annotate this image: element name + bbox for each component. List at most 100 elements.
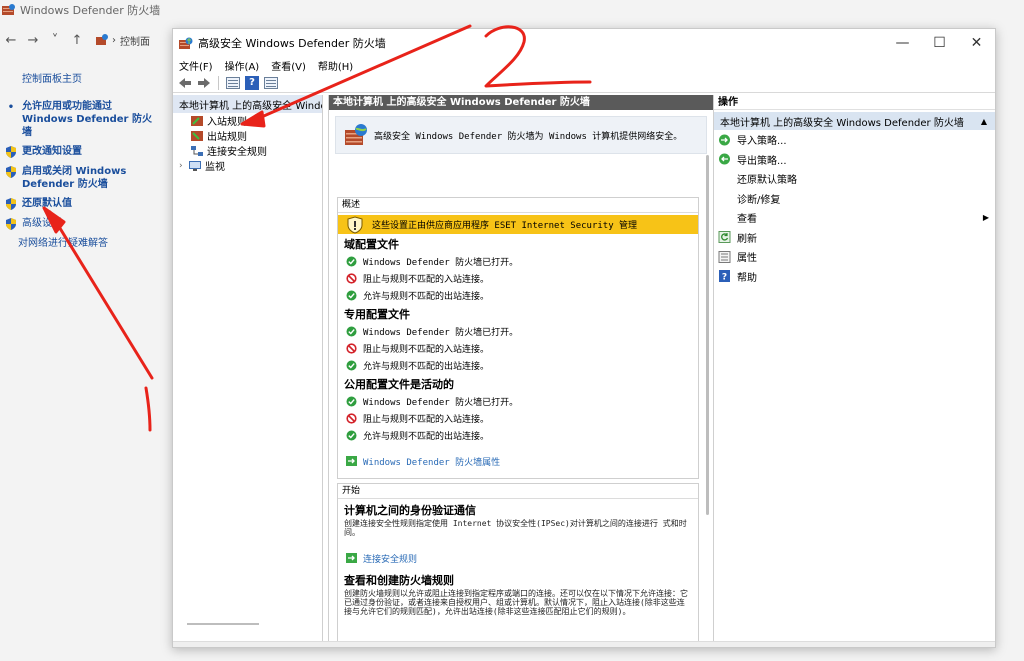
status-text: 阻止与规则不匹配的入站连接。 bbox=[363, 415, 490, 425]
window-titlebar[interactable]: 高级安全 Windows Defender 防火墙 — ☐ ✕ bbox=[173, 29, 995, 57]
action-label: 帮助 bbox=[737, 272, 757, 284]
sidebar-item-label: 高级设置 bbox=[22, 218, 62, 229]
sidebar-item-restore-defaults[interactable]: 还原默认值 bbox=[0, 197, 172, 211]
back-button[interactable]: ← bbox=[0, 33, 22, 48]
public-profile: 公用配置文件是活动的 Windows Defender 防火墙已打开。 阻止与规… bbox=[338, 377, 698, 444]
properties-icon bbox=[718, 250, 731, 263]
annotation-number-1 bbox=[144, 386, 152, 432]
menu-file[interactable]: 文件(F) bbox=[179, 58, 213, 73]
action-label: 诊断/修复 bbox=[737, 194, 781, 206]
action-restore-default-policy[interactable]: 还原默认策略 bbox=[714, 169, 995, 189]
forward-button[interactable]: → bbox=[22, 33, 44, 48]
profile-title: 域配置文件 bbox=[344, 238, 399, 251]
collapse-arrow-icon[interactable]: ▲ bbox=[981, 117, 987, 126]
recent-locations-button[interactable]: ˅ bbox=[44, 33, 66, 48]
svg-text:?: ? bbox=[722, 273, 727, 283]
breadcrumb-item: 控制面 bbox=[120, 36, 150, 48]
toolbar-forward-button[interactable] bbox=[196, 75, 212, 91]
monitoring-icon bbox=[189, 160, 201, 171]
control-panel-home-link[interactable]: 控制面板主页 bbox=[0, 70, 172, 90]
action-view[interactable]: 查看 ▶ bbox=[714, 208, 995, 228]
sidebar-item-allow-apps[interactable]: • 允许应用或功能通过 Windows Defender 防火墙 bbox=[0, 100, 172, 139]
tree-node-connection-security-rules[interactable]: 连接安全规则 bbox=[173, 143, 322, 158]
status-text: Windows Defender 防火墙已打开。 bbox=[363, 258, 519, 268]
menu-view[interactable]: 查看(V) bbox=[271, 58, 306, 73]
background-titlebar: Windows Defender 防火墙 bbox=[0, 0, 1024, 20]
banner-text: 高级安全 Windows Defender 防火墙为 Windows 计算机提供… bbox=[374, 131, 683, 142]
check-shield-icon bbox=[346, 396, 357, 407]
help-icon: ? bbox=[245, 75, 259, 90]
tree-node-label: 监视 bbox=[205, 162, 225, 173]
status-text: 允许与规则不匹配的出站连接。 bbox=[363, 362, 490, 372]
uac-shield-icon bbox=[6, 198, 16, 210]
toolbar-back-button[interactable] bbox=[177, 75, 193, 91]
control-panel-icon bbox=[96, 33, 108, 45]
action-help[interactable]: ? 帮助 bbox=[714, 267, 995, 287]
allow-icon bbox=[346, 430, 357, 441]
tree-node-label: 连接安全规则 bbox=[207, 147, 267, 158]
action-refresh[interactable]: 刷新 bbox=[714, 228, 995, 248]
tree-node-label: 出站规则 bbox=[207, 132, 247, 143]
profile-status-row: 阻止与规则不匹配的入站连接。 bbox=[338, 340, 698, 357]
allow-icon bbox=[346, 360, 357, 371]
window-title: 高级安全 Windows Defender 防火墙 bbox=[198, 37, 386, 50]
check-shield-icon bbox=[346, 256, 357, 267]
auth-text: 创建连接安全性规则指定使用 Internet 协议安全性(IPSec)对计算机之… bbox=[344, 519, 687, 537]
allow-icon bbox=[346, 290, 357, 301]
managed-warning: 这些设置正由供应商应用程序 ESET Internet Security 管理 bbox=[338, 215, 698, 234]
sidebar-item-troubleshoot[interactable]: 对网络进行疑难解答 bbox=[0, 237, 172, 251]
action-export-policy[interactable]: 导出策略... bbox=[714, 150, 995, 170]
background-nav-bar: ← → ˅ ↑ › 控制面 bbox=[0, 28, 175, 52]
refresh-icon bbox=[718, 231, 731, 244]
action-pane-header: 操作 bbox=[714, 95, 995, 110]
advanced-firewall-window: 高级安全 Windows Defender 防火墙 — ☐ ✕ 文件(F) 操作… bbox=[172, 28, 996, 648]
breadcrumb[interactable]: › 控制面 bbox=[96, 33, 150, 48]
toolbar-show-hide-tree-button[interactable] bbox=[225, 75, 241, 91]
breadcrumb-chevron-icon: › bbox=[112, 34, 116, 46]
up-button[interactable]: ↑ bbox=[66, 33, 88, 48]
link-arrow-icon bbox=[346, 456, 357, 466]
status-text: 允许与规则不匹配的出站连接。 bbox=[363, 292, 490, 302]
tree-horizontal-scrollbar[interactable] bbox=[187, 623, 259, 625]
export-icon bbox=[719, 153, 730, 165]
console-tree-icon bbox=[226, 76, 240, 89]
toolbar-help-button[interactable]: ? bbox=[244, 75, 260, 91]
maximize-button[interactable]: ☐ bbox=[921, 35, 958, 51]
uac-shield-icon bbox=[6, 146, 16, 158]
connection-security-rules-link[interactable]: 连接安全规则 bbox=[338, 549, 698, 567]
check-shield-icon bbox=[346, 326, 357, 337]
tree-root[interactable]: 本地计算机 上的高级安全 Windows bbox=[173, 95, 322, 113]
action-import-policy[interactable]: 导入策略... bbox=[714, 130, 995, 150]
close-button[interactable]: ✕ bbox=[958, 35, 995, 51]
tree-node-inbound-rules[interactable]: 入站规则 bbox=[173, 113, 322, 128]
action-diagnose-repair[interactable]: 诊断/修复 bbox=[714, 189, 995, 209]
profile-status-row: Windows Defender 防火墙已打开。 bbox=[338, 253, 698, 270]
link-text: Windows Defender 防火墙属性 bbox=[363, 457, 501, 468]
overview-header: 概述 bbox=[338, 198, 698, 213]
sidebar-item-advanced-settings[interactable]: 高级设置 bbox=[0, 217, 172, 231]
sidebar-item-change-notifications[interactable]: 更改通知设置 bbox=[0, 145, 172, 159]
help-icon: ? bbox=[719, 270, 730, 283]
tree-node-outbound-rules[interactable]: 出站规则 bbox=[173, 128, 322, 143]
action-label: 导入策略... bbox=[737, 136, 787, 148]
sidebar-item-label: 更改通知设置 bbox=[22, 146, 82, 157]
center-banner: 高级安全 Windows Defender 防火墙为 Windows 计算机提供… bbox=[335, 116, 707, 154]
action-properties[interactable]: 属性 bbox=[714, 247, 995, 267]
expand-chevron-icon[interactable]: › bbox=[179, 161, 189, 171]
minimize-button[interactable]: — bbox=[884, 35, 921, 51]
context-label: 本地计算机 上的高级安全 Windows Defender 防火墙 bbox=[720, 117, 964, 129]
link-text: 连接安全规则 bbox=[363, 554, 418, 565]
profile-status-row: 阻止与规则不匹配的入站连接。 bbox=[338, 410, 698, 427]
center-vertical-scrollbar[interactable] bbox=[706, 155, 709, 515]
menu-help[interactable]: 帮助(H) bbox=[318, 58, 353, 73]
toolbar-action-pane-button[interactable] bbox=[263, 75, 279, 91]
firewall-properties-link[interactable]: Windows Defender 防火墙属性 bbox=[338, 452, 698, 470]
rules-title: 查看和创建防火墙规则 bbox=[344, 574, 454, 587]
action-pane-context[interactable]: 本地计算机 上的高级安全 Windows Defender 防火墙 ▲ bbox=[714, 112, 995, 130]
tree-node-monitoring[interactable]: › 监视 bbox=[173, 158, 322, 173]
submenu-arrow-icon: ▶ bbox=[982, 213, 989, 223]
center-pane-header: 本地计算机 上的高级安全 Windows Defender 防火墙 bbox=[329, 95, 713, 110]
action-label: 刷新 bbox=[737, 233, 757, 245]
menu-action[interactable]: 操作(A) bbox=[225, 58, 260, 73]
sidebar-item-toggle-firewall[interactable]: 启用或关闭 Windows Defender 防火墙 bbox=[0, 165, 172, 191]
